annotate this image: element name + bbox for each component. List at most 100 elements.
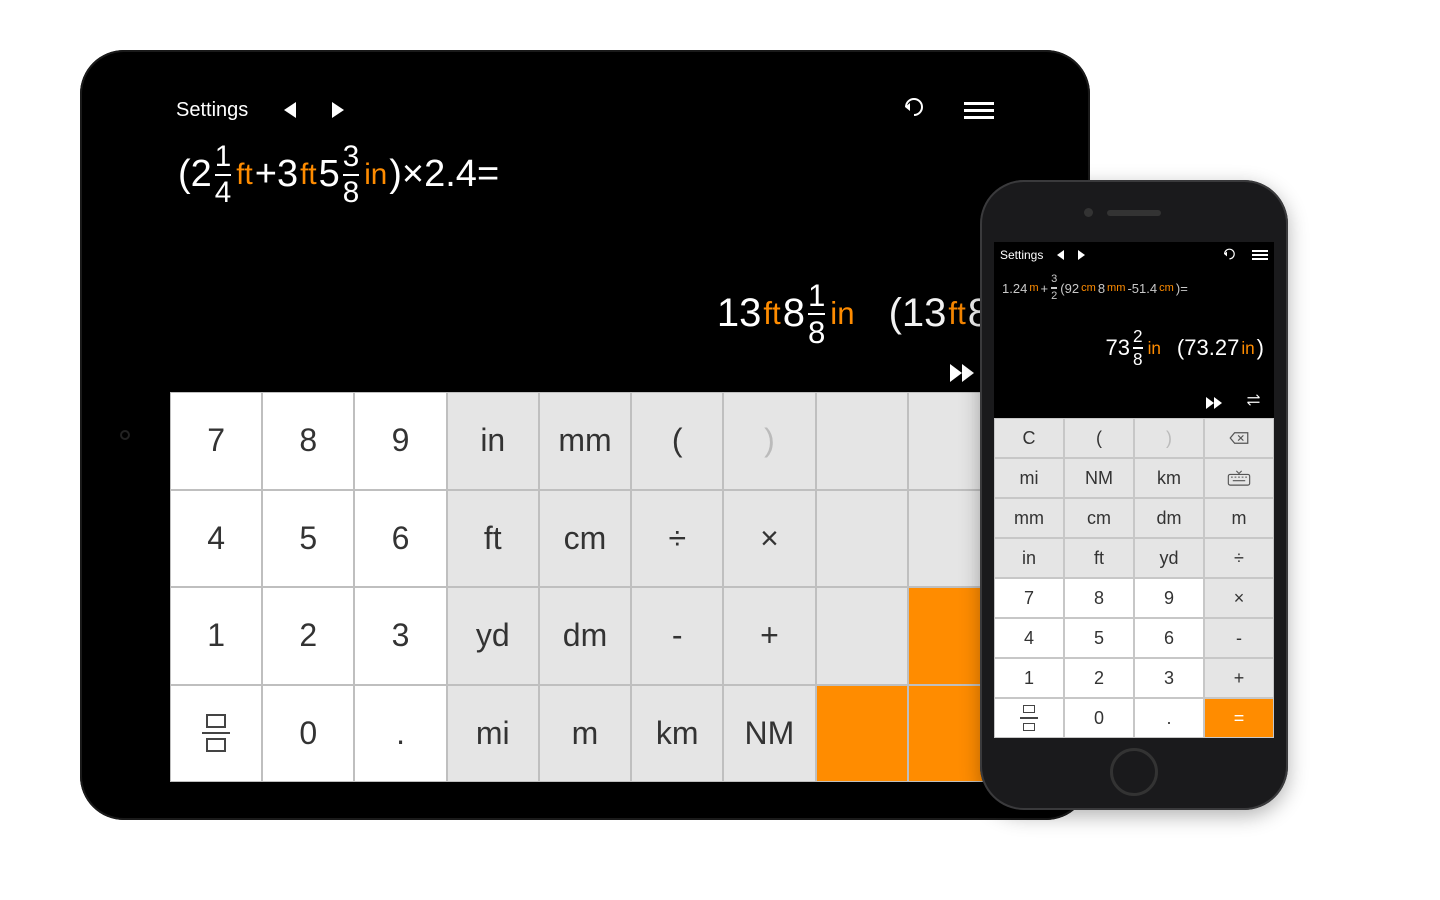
key-decimal[interactable]: . <box>1134 698 1204 738</box>
key-multiply[interactable]: × <box>723 490 815 588</box>
key-ft[interactable]: ft <box>1064 538 1134 578</box>
key-decimal[interactable]: . <box>354 685 446 783</box>
key-9[interactable]: 9 <box>354 392 446 490</box>
key-plus[interactable]: + <box>723 587 815 685</box>
key-6[interactable]: 6 <box>354 490 446 588</box>
key-mm[interactable]: mm <box>994 498 1064 538</box>
key-7[interactable]: 7 <box>170 392 262 490</box>
key-1[interactable]: 1 <box>994 658 1064 698</box>
key-minus[interactable]: - <box>631 587 723 685</box>
key-multiply[interactable]: × <box>1204 578 1274 618</box>
key-8[interactable]: 8 <box>1064 578 1134 618</box>
key-yd[interactable]: yd <box>1134 538 1204 578</box>
nav-prev-icon[interactable] <box>284 102 296 118</box>
key-hidden[interactable] <box>816 587 908 685</box>
key-mi[interactable]: mi <box>994 458 1064 498</box>
key-9[interactable]: 9 <box>1134 578 1204 618</box>
key-open-paren[interactable]: ( <box>1064 418 1134 458</box>
fraction-icon <box>202 714 230 752</box>
frac-num: 2 <box>1133 328 1143 345</box>
expr-text: + <box>255 153 277 196</box>
fraction-icon <box>1020 705 1038 731</box>
key-3[interactable]: 3 <box>1134 658 1204 698</box>
key-5[interactable]: 5 <box>262 490 354 588</box>
menu-icon[interactable] <box>964 102 994 119</box>
key-m[interactable]: m <box>1204 498 1274 538</box>
key-hidden[interactable] <box>816 490 908 588</box>
menu-icon[interactable] <box>1252 250 1268 260</box>
key-in[interactable]: in <box>994 538 1064 578</box>
key-keyboard[interactable] <box>1204 458 1274 498</box>
expr-text: + <box>1041 281 1049 296</box>
swap-icon[interactable] <box>1246 393 1264 412</box>
key-3[interactable]: 3 <box>354 587 446 685</box>
key-7[interactable]: 7 <box>994 578 1064 618</box>
expression: 1.24 m + 3 2 ( 92 cm 8 mm - 51.4 cm ) = <box>1002 274 1266 302</box>
key-equals[interactable]: = <box>1204 698 1274 738</box>
iphone-keypad: C ( ) mi NM km mm cm dm m in ft yd ÷ 7 <box>994 418 1274 738</box>
nav-next-icon[interactable] <box>332 102 344 118</box>
key-divide[interactable]: ÷ <box>631 490 723 588</box>
ipad-home-button[interactable] <box>120 430 130 440</box>
key-dm[interactable]: dm <box>1134 498 1204 538</box>
key-cm[interactable]: cm <box>539 490 631 588</box>
iphone-home-button[interactable] <box>1110 748 1158 796</box>
alt-result: ( <box>1177 335 1184 361</box>
iphone-display: 1.24 m + 3 2 ( 92 cm 8 mm - 51.4 cm ) = <box>994 268 1274 418</box>
key-km[interactable]: km <box>631 685 723 783</box>
key-8[interactable]: 8 <box>262 392 354 490</box>
keyboard-icon <box>1227 470 1251 486</box>
key-4[interactable]: 4 <box>170 490 262 588</box>
fast-forward-icon[interactable] <box>950 364 974 382</box>
key-clear[interactable]: C <box>994 418 1064 458</box>
key-ft[interactable]: ft <box>447 490 539 588</box>
key-close-paren[interactable]: ) <box>723 392 815 490</box>
undo-icon[interactable] <box>902 97 928 123</box>
key-cm[interactable]: cm <box>1064 498 1134 538</box>
key-2[interactable]: 2 <box>262 587 354 685</box>
expr-text: 8 <box>1098 281 1105 296</box>
key-6[interactable]: 6 <box>1134 618 1204 658</box>
key-backspace[interactable] <box>1204 418 1274 458</box>
fraction: 3 8 <box>343 142 359 207</box>
key-nm[interactable]: NM <box>723 685 815 783</box>
key-close-paren[interactable]: ) <box>1134 418 1204 458</box>
nav-prev-icon[interactable] <box>1057 250 1064 260</box>
key-m[interactable]: m <box>539 685 631 783</box>
unit-mm: mm <box>1105 282 1127 294</box>
key-1[interactable]: 1 <box>170 587 262 685</box>
key-nm[interactable]: NM <box>1064 458 1134 498</box>
key-4[interactable]: 4 <box>994 618 1064 658</box>
nav-next-icon[interactable] <box>1078 250 1085 260</box>
key-0[interactable]: 0 <box>1064 698 1134 738</box>
settings-button[interactable]: Settings <box>1000 248 1043 262</box>
expr-text: ) <box>389 153 402 196</box>
alt-result: ( <box>889 291 902 336</box>
key-fraction[interactable] <box>170 685 262 783</box>
result: 73 2 8 in ( 73.27 in ) <box>1106 328 1264 368</box>
key-fraction[interactable] <box>994 698 1064 738</box>
key-mm[interactable]: mm <box>539 392 631 490</box>
key-hidden-orange[interactable] <box>816 685 908 783</box>
undo-icon[interactable] <box>1222 248 1238 263</box>
expr-text: = <box>1180 281 1188 296</box>
key-in[interactable]: in <box>447 392 539 490</box>
expr-text: 92 <box>1065 281 1079 296</box>
key-km[interactable]: km <box>1134 458 1204 498</box>
key-2[interactable]: 2 <box>1064 658 1134 698</box>
fraction: 2 8 <box>1133 328 1143 368</box>
key-open-paren[interactable]: ( <box>631 392 723 490</box>
frac-num: 1 <box>215 142 231 172</box>
key-hidden[interactable] <box>816 392 908 490</box>
settings-button[interactable]: Settings <box>176 99 248 122</box>
key-5[interactable]: 5 <box>1064 618 1134 658</box>
fast-forward-icon[interactable] <box>1206 397 1222 409</box>
key-mi[interactable]: mi <box>447 685 539 783</box>
ipad-display: ( 2 1 4 ft + 3 ft 5 3 8 in ) <box>170 132 1000 392</box>
key-divide[interactable]: ÷ <box>1204 538 1274 578</box>
key-yd[interactable]: yd <box>447 587 539 685</box>
key-0[interactable]: 0 <box>262 685 354 783</box>
key-minus[interactable]: - <box>1204 618 1274 658</box>
key-plus[interactable]: + <box>1204 658 1274 698</box>
key-dm[interactable]: dm <box>539 587 631 685</box>
